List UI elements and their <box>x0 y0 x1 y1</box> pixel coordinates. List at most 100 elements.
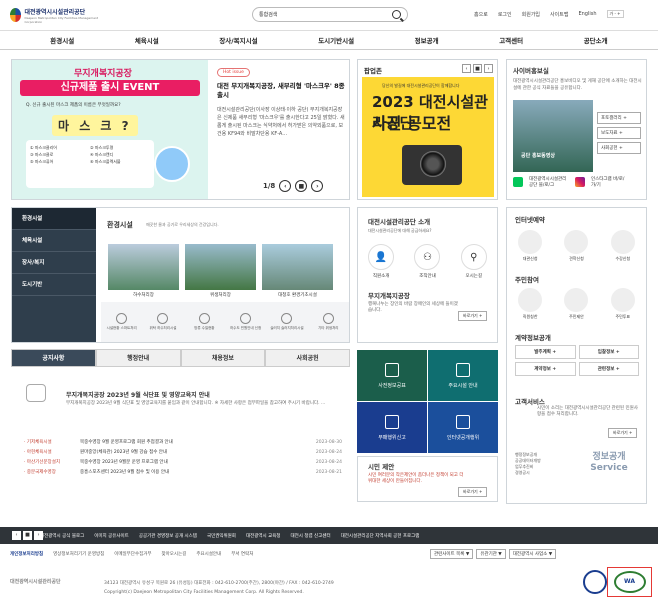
facility-caption[interactable]: 대청호 환경기초시설 <box>262 292 333 298</box>
signup-link[interactable]: 회원가입 <box>522 11 540 18</box>
info-link[interactable]: 경영공시 <box>515 470 575 476</box>
notice-headline-title[interactable]: 무지개복지공장 2023년 9월 식단표 및 영양교육지 안내 <box>66 390 210 399</box>
banner-link[interactable]: 공공기관 경영정보 공개 시스템 <box>139 533 197 539</box>
side-tab-sports[interactable]: 체육시설 <box>12 230 96 252</box>
vote-link[interactable]: 주민투표 <box>610 288 635 320</box>
notice-row[interactable]: · 아현체육시설 원마중앙(체육관) 2023년 9월 강습 접수 안내 2023-… <box>24 447 342 457</box>
nav-about[interactable]: 공단소개 <box>584 35 608 45</box>
font-size-control[interactable]: 가 - + <box>606 10 624 18</box>
bid-info-button[interactable]: 입찰정보 + <box>578 345 639 359</box>
home-link[interactable]: 홈으로 <box>474 11 488 18</box>
major-facility-tile[interactable]: 주요시설 안내 <box>428 350 498 401</box>
cctv-policy-link[interactable]: 영상정보처리기기 운영방침 <box>53 551 104 557</box>
side-tab-environment[interactable]: 환경시설 <box>12 208 96 230</box>
tab-admin-guide[interactable]: 행정안내 <box>95 348 181 367</box>
rental-request-link[interactable]: 대관신청 <box>518 230 543 262</box>
contract-info-button[interactable]: 계약정보 + <box>515 362 576 376</box>
pause-icon[interactable]: ■ <box>473 64 482 73</box>
pause-icon[interactable]: ■ <box>295 180 308 192</box>
pr-video-thumbnail[interactable] <box>513 100 593 172</box>
banner-link[interactable]: 대전시설관리공단 지역사회 공헌 프로그램 <box>341 533 420 539</box>
instagram-icon[interactable] <box>575 177 585 187</box>
pre-disclosure-tile[interactable]: 사전정보공표 <box>357 350 427 401</box>
notice-title[interactable]: 목중수영장 9월 운영프로그램 회원 추첨결과 안내 <box>80 439 302 445</box>
side-tab-urban-infra[interactable]: 도시기반 <box>12 274 96 296</box>
prev-arrow-icon[interactable]: ‹ <box>12 531 21 540</box>
customer-service-more-button[interactable]: 바로가기 + <box>608 428 638 438</box>
facility-quick-link[interactable]: 하수도 민원안내 신청 <box>227 313 265 331</box>
nav-urban-infra[interactable]: 도시기반시설 <box>318 35 354 45</box>
internet-disclosure-tile[interactable]: 인터넷공개행위 <box>428 402 498 453</box>
next-arrow-icon[interactable]: › <box>311 180 324 192</box>
notice-row[interactable]: · 기저체육시설 목중수영장 9월 운영프로그램 회원 추첨결과 안내 2023-0… <box>24 437 342 447</box>
city-offices-select[interactable]: 대전광역시 사업소 ▼ <box>508 549 557 559</box>
next-arrow-icon[interactable]: › <box>484 64 493 73</box>
sanitation-plant-image[interactable] <box>185 244 256 290</box>
order-plan-button[interactable]: 발주계획 + <box>515 345 576 359</box>
search-scope-select[interactable]: 통합검색 <box>259 11 277 18</box>
search-bar[interactable]: 통합검색 <box>252 7 408 22</box>
email-refusal-link[interactable]: 이메일무단수집거부 <box>114 551 151 557</box>
nav-sports[interactable]: 체육시설 <box>135 35 159 45</box>
facility-caption[interactable]: 위생처리장 <box>185 292 256 298</box>
tab-recruit[interactable]: 채용정보 <box>180 348 266 367</box>
class-request-link[interactable]: 수강신청 <box>610 230 635 262</box>
staff-link[interactable]: 👤 직원소개 <box>368 244 395 279</box>
nav-customer-center[interactable]: 고객센터 <box>499 35 523 45</box>
facility-quick-link[interactable]: 방류 수질현황 <box>185 313 223 331</box>
english-link[interactable]: English <box>578 11 596 17</box>
daecheong-facility-image[interactable] <box>262 244 333 290</box>
facility-guide-link[interactable]: 주요시설안내 <box>196 551 221 557</box>
facility-quick-link[interactable]: 기타 위생처리 <box>309 313 347 331</box>
banner-link[interactable]: 국민권익위원회 <box>207 533 236 539</box>
site-logo[interactable]: 대전광역시시설관리공단 Daejeon Metropolitan City Fa… <box>10 6 100 24</box>
directions-link[interactable]: ⚲ 오시는길 <box>460 244 487 279</box>
side-tab-funeral-welfare[interactable]: 장사/복지 <box>12 252 96 274</box>
blog-icon[interactable] <box>513 177 523 187</box>
facility-quick-link[interactable]: 슬러지 슬러지처리시설 <box>268 313 306 331</box>
related-agencies-select[interactable]: 유관기관 ▼ <box>476 549 506 559</box>
tab-social-contribution[interactable]: 사회공헌 <box>265 348 350 367</box>
banner-link[interactable]: 이미지 공유사이트 <box>94 533 129 539</box>
notice-row[interactable]: · 마산기선문장설치 목중수영장 2023년 9월분 운영 프로그램 안내 2023… <box>24 457 342 467</box>
praise-link[interactable]: 직원칭찬 <box>518 288 543 320</box>
social-contribution-button[interactable]: 사회공헌 + <box>597 142 641 154</box>
notice-row[interactable]: · 중분국제수영장 중흥스포츠센터 2023년 9월 접수 및 이용 안내 2023… <box>24 467 342 477</box>
organization-link[interactable]: ⚇ 조직안내 <box>414 244 441 279</box>
notice-title[interactable]: 원마중앙(체육관) 2023년 9월 강습 접수 안내 <box>80 449 302 455</box>
facility-quick-link[interactable]: 위탁 하수처리시설 <box>144 313 182 331</box>
corruption-report-tile[interactable]: 부패행위신고 <box>357 402 427 453</box>
photo-gallery-button[interactable]: 포토갤러리 + <box>597 112 641 124</box>
search-icon[interactable] <box>392 10 401 19</box>
tour-request-link[interactable]: 견학신청 <box>564 230 589 262</box>
web-accessibility-mark[interactable]: WA <box>607 567 652 597</box>
notice-title[interactable]: 목중수영장 2023년 9월분 운영 프로그램 안내 <box>80 459 302 465</box>
instagram-link[interactable]: 인스타그램 바/로/가/기 <box>591 176 625 188</box>
event-banner-image[interactable]: 무지개복지공장 신규제품 출시 EVENT Q. 신규 출시된 마스크 제품의 … <box>12 60 208 199</box>
next-arrow-icon[interactable]: › <box>34 531 43 540</box>
banner-link[interactable]: 대전광역시 교육청 <box>246 533 281 539</box>
contacts-link[interactable]: 부서 연락처 <box>231 551 253 557</box>
sewage-plant-image[interactable] <box>108 244 179 290</box>
nav-info-disclosure[interactable]: 정보공개 <box>415 35 439 45</box>
proposal-more-button[interactable]: 바로가기 + <box>458 487 488 497</box>
facility-quick-link[interactable]: 시설현황 스마트처리 <box>103 313 141 331</box>
nav-funeral-welfare[interactable]: 장사/복지시설 <box>219 35 257 45</box>
banner-link[interactable]: 대전광역시 공식 블로그 <box>40 533 84 539</box>
related-info-button[interactable]: 관련정보 + <box>578 362 639 376</box>
notice-title[interactable]: 중흥스포츠센터 2023년 9월 접수 및 이용 안내 <box>80 469 302 475</box>
privacy-policy-link[interactable]: 개인정보처리방침 <box>10 551 43 557</box>
prev-arrow-icon[interactable]: ‹ <box>462 64 471 73</box>
facility-caption[interactable]: 하수처리장 <box>108 292 179 298</box>
nav-environment[interactable]: 환경시설 <box>50 35 74 45</box>
directions-link[interactable]: 찾아오시는길 <box>162 551 187 557</box>
banner-link[interactable]: 대전시 청렴 신고센터 <box>291 533 331 539</box>
prev-arrow-icon[interactable]: ‹ <box>279 180 292 192</box>
welfare-factory-more-button[interactable]: 바로가기 + <box>458 311 488 321</box>
news-title[interactable]: 대전 무지개복지공장, 새부리형 '마스크우' 8종 출시 <box>217 82 345 100</box>
tab-notice[interactable]: 공지사항 <box>11 348 96 367</box>
related-sites-select[interactable]: 관련사이트 목록 ▼ <box>430 549 474 559</box>
sitemap-link[interactable]: 사이트맵 <box>550 11 568 18</box>
blog-link[interactable]: 대전광역시시설관리공단 블/로/그 <box>529 176 569 188</box>
login-link[interactable]: 로그인 <box>498 11 512 18</box>
